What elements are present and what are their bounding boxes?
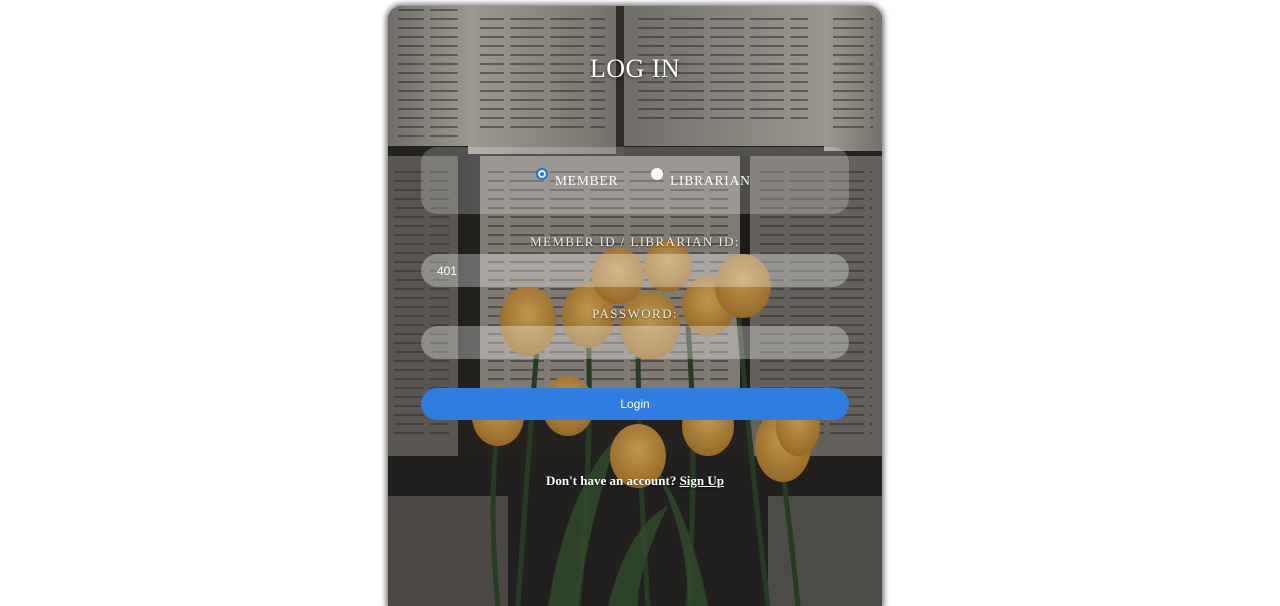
signup-link[interactable]: Sign Up — [680, 473, 724, 488]
login-card: LOG IN MEMBER LIBRARIAN MEMBER ID / LIBR… — [388, 6, 882, 606]
role-label-librarian: LIBRARIAN — [670, 173, 751, 188]
role-radio-member[interactable]: MEMBER — [536, 168, 618, 189]
login-button[interactable]: Login — [421, 388, 849, 420]
radio-unchecked-icon[interactable] — [651, 168, 663, 180]
id-field-label: MEMBER ID / LIBRARIAN ID: — [530, 234, 740, 249]
password-field-label: PASSWORD: — [592, 306, 678, 321]
role-radio-librarian[interactable]: LIBRARIAN — [651, 168, 751, 189]
password-input[interactable] — [421, 326, 849, 359]
role-selector: MEMBER LIBRARIAN — [421, 147, 849, 214]
signup-row: Don't have an account? Sign Up — [388, 473, 882, 489]
role-label-member: MEMBER — [555, 173, 619, 188]
radio-checked-icon[interactable] — [536, 168, 548, 180]
member-id-input[interactable] — [421, 254, 849, 287]
signup-prompt: Don't have an account? — [545, 473, 677, 488]
page-title: LOG IN — [589, 54, 681, 83]
